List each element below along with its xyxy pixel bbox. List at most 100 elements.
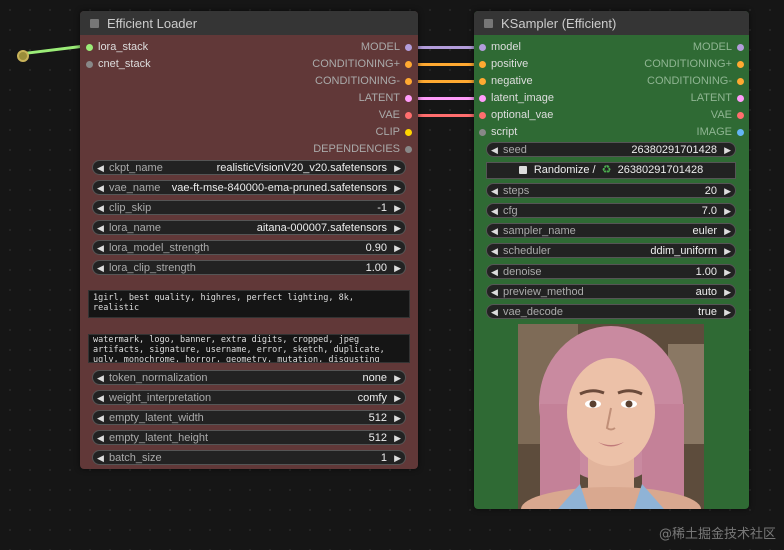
increment-arrow-icon[interactable]: ▶ bbox=[394, 181, 401, 196]
increment-arrow-icon[interactable]: ▶ bbox=[724, 204, 731, 219]
decrement-arrow-icon[interactable]: ◀ bbox=[97, 261, 104, 276]
output-model[interactable]: MODEL bbox=[693, 39, 744, 56]
empty-latent-height-widget[interactable]: ◀ empty_latent_height 512 ▶ bbox=[92, 430, 406, 445]
decrement-arrow-icon[interactable]: ◀ bbox=[97, 221, 104, 236]
output-latent[interactable]: LATENT bbox=[359, 90, 412, 107]
output-vae[interactable]: VAE bbox=[711, 107, 744, 124]
seed-widget[interactable]: ◀ seed 26380291701428 ▶ bbox=[486, 142, 736, 157]
slot-dot-icon[interactable] bbox=[479, 112, 486, 119]
decrement-arrow-icon[interactable]: ◀ bbox=[491, 204, 498, 219]
input-script[interactable]: script bbox=[479, 124, 517, 141]
steps-widget[interactable]: ◀ steps 20 ▶ bbox=[486, 183, 736, 198]
positive-prompt-textbox[interactable]: 1girl, best quality, highres, perfect li… bbox=[88, 290, 410, 318]
slot-dot-icon[interactable] bbox=[405, 129, 412, 136]
input-lora-stack[interactable]: lora_stack bbox=[86, 39, 148, 56]
increment-arrow-icon[interactable]: ▶ bbox=[724, 184, 731, 199]
lora-model-strength-widget[interactable]: ◀ lora_model_strength 0.90 ▶ bbox=[92, 240, 406, 255]
increment-arrow-icon[interactable]: ▶ bbox=[394, 201, 401, 216]
output-conditioning-neg[interactable]: CONDITIONING- bbox=[647, 73, 744, 90]
input-negative[interactable]: negative bbox=[479, 73, 533, 90]
output-conditioning-pos[interactable]: CONDITIONING+ bbox=[644, 56, 744, 73]
decrement-arrow-icon[interactable]: ◀ bbox=[97, 391, 104, 406]
slot-dot-icon[interactable] bbox=[479, 129, 486, 136]
slot-dot-icon[interactable] bbox=[405, 78, 412, 85]
vae-wire[interactable] bbox=[413, 114, 483, 117]
slot-dot-icon[interactable] bbox=[737, 44, 744, 51]
lora-clip-strength-widget[interactable]: ◀ lora_clip_strength 1.00 ▶ bbox=[92, 260, 406, 275]
negative-prompt-textbox[interactable]: watermark, logo, banner, extra digits, c… bbox=[88, 334, 410, 363]
increment-arrow-icon[interactable]: ▶ bbox=[394, 161, 401, 176]
increment-arrow-icon[interactable]: ▶ bbox=[724, 244, 731, 259]
cfg-widget[interactable]: ◀ cfg 7.0 ▶ bbox=[486, 203, 736, 218]
increment-arrow-icon[interactable]: ▶ bbox=[394, 241, 401, 256]
slot-dot-icon[interactable] bbox=[479, 61, 486, 68]
model-wire[interactable] bbox=[413, 46, 483, 49]
collapse-icon[interactable] bbox=[90, 18, 99, 28]
efficient-loader-node[interactable]: Efficient Loader lora_stack cnet_stack M… bbox=[80, 11, 418, 469]
increment-arrow-icon[interactable]: ▶ bbox=[394, 221, 401, 236]
decrement-arrow-icon[interactable]: ◀ bbox=[97, 431, 104, 446]
increment-arrow-icon[interactable]: ▶ bbox=[394, 431, 401, 446]
conditioning-neg-wire[interactable] bbox=[413, 80, 483, 83]
decrement-arrow-icon[interactable]: ◀ bbox=[491, 265, 498, 280]
decrement-arrow-icon[interactable]: ◀ bbox=[97, 161, 104, 176]
output-latent[interactable]: LATENT bbox=[691, 90, 744, 107]
node-header[interactable]: Efficient Loader bbox=[80, 11, 418, 35]
slot-dot-icon[interactable] bbox=[86, 61, 93, 68]
decrement-arrow-icon[interactable]: ◀ bbox=[491, 244, 498, 259]
sampler-name-widget[interactable]: ◀ sampler_name euler ▶ bbox=[486, 223, 736, 238]
collapse-icon[interactable] bbox=[484, 18, 493, 28]
lora-name-widget[interactable]: ◀ lora_name aitana-000007.safetensors ▶ bbox=[92, 220, 406, 235]
randomize-seed-button[interactable]: Randomize / ♻ 26380291701428 bbox=[486, 162, 736, 179]
increment-arrow-icon[interactable]: ▶ bbox=[394, 411, 401, 426]
vae-name-widget[interactable]: ◀ vae_name vae-ft-mse-840000-ema-pruned.… bbox=[92, 180, 406, 195]
decrement-arrow-icon[interactable]: ◀ bbox=[491, 224, 498, 239]
slot-dot-icon[interactable] bbox=[479, 95, 486, 102]
decrement-arrow-icon[interactable]: ◀ bbox=[491, 143, 498, 158]
slot-dot-icon[interactable] bbox=[405, 44, 412, 51]
preview-method-widget[interactable]: ◀ preview_method auto ▶ bbox=[486, 284, 736, 299]
output-vae[interactable]: VAE bbox=[379, 107, 412, 124]
output-clip[interactable]: CLIP bbox=[376, 124, 412, 141]
ksampler-node[interactable]: KSampler (Efficient) model positive nega… bbox=[474, 11, 749, 509]
denoise-widget[interactable]: ◀ denoise 1.00 ▶ bbox=[486, 264, 736, 279]
slot-dot-icon[interactable] bbox=[405, 112, 412, 119]
empty-latent-width-widget[interactable]: ◀ empty_latent_width 512 ▶ bbox=[92, 410, 406, 425]
weight-interpretation-widget[interactable]: ◀ weight_interpretation comfy ▶ bbox=[92, 390, 406, 405]
output-conditioning-pos[interactable]: CONDITIONING+ bbox=[312, 56, 412, 73]
output-conditioning-neg[interactable]: CONDITIONING- bbox=[315, 73, 412, 90]
output-dependencies[interactable]: DEPENDENCIES bbox=[313, 141, 412, 158]
slot-dot-icon[interactable] bbox=[405, 146, 412, 153]
increment-arrow-icon[interactable]: ▶ bbox=[724, 285, 731, 300]
vae-decode-widget[interactable]: ◀ vae_decode true ▶ bbox=[486, 304, 736, 319]
scheduler-widget[interactable]: ◀ scheduler ddim_uniform ▶ bbox=[486, 243, 736, 258]
decrement-arrow-icon[interactable]: ◀ bbox=[491, 305, 498, 320]
slot-dot-icon[interactable] bbox=[737, 95, 744, 102]
decrement-arrow-icon[interactable]: ◀ bbox=[97, 241, 104, 256]
decrement-arrow-icon[interactable]: ◀ bbox=[491, 184, 498, 199]
slot-dot-icon[interactable] bbox=[737, 78, 744, 85]
node-header[interactable]: KSampler (Efficient) bbox=[474, 11, 749, 35]
decrement-arrow-icon[interactable]: ◀ bbox=[97, 201, 104, 216]
input-cnet-stack[interactable]: cnet_stack bbox=[86, 56, 151, 73]
slot-dot-icon[interactable] bbox=[737, 112, 744, 119]
decrement-arrow-icon[interactable]: ◀ bbox=[97, 181, 104, 196]
lora-stack-source-handle[interactable] bbox=[17, 50, 29, 62]
input-latent-image[interactable]: latent_image bbox=[479, 90, 554, 107]
ckpt-name-widget[interactable]: ◀ ckpt_name realisticVisionV20_v20.safet… bbox=[92, 160, 406, 175]
batch-size-widget[interactable]: ◀ batch_size 1 ▶ bbox=[92, 450, 406, 465]
input-optional-vae[interactable]: optional_vae bbox=[479, 107, 553, 124]
slot-dot-icon[interactable] bbox=[86, 44, 93, 51]
increment-arrow-icon[interactable]: ▶ bbox=[724, 265, 731, 280]
conditioning-pos-wire[interactable] bbox=[413, 63, 483, 66]
decrement-arrow-icon[interactable]: ◀ bbox=[97, 451, 104, 466]
slot-dot-icon[interactable] bbox=[479, 44, 486, 51]
slot-dot-icon[interactable] bbox=[479, 78, 486, 85]
latent-wire[interactable] bbox=[413, 97, 483, 100]
output-image[interactable]: IMAGE bbox=[697, 124, 744, 141]
increment-arrow-icon[interactable]: ▶ bbox=[394, 451, 401, 466]
slot-dot-icon[interactable] bbox=[737, 61, 744, 68]
token-normalization-widget[interactable]: ◀ token_normalization none ▶ bbox=[92, 370, 406, 385]
increment-arrow-icon[interactable]: ▶ bbox=[724, 143, 731, 158]
increment-arrow-icon[interactable]: ▶ bbox=[724, 224, 731, 239]
